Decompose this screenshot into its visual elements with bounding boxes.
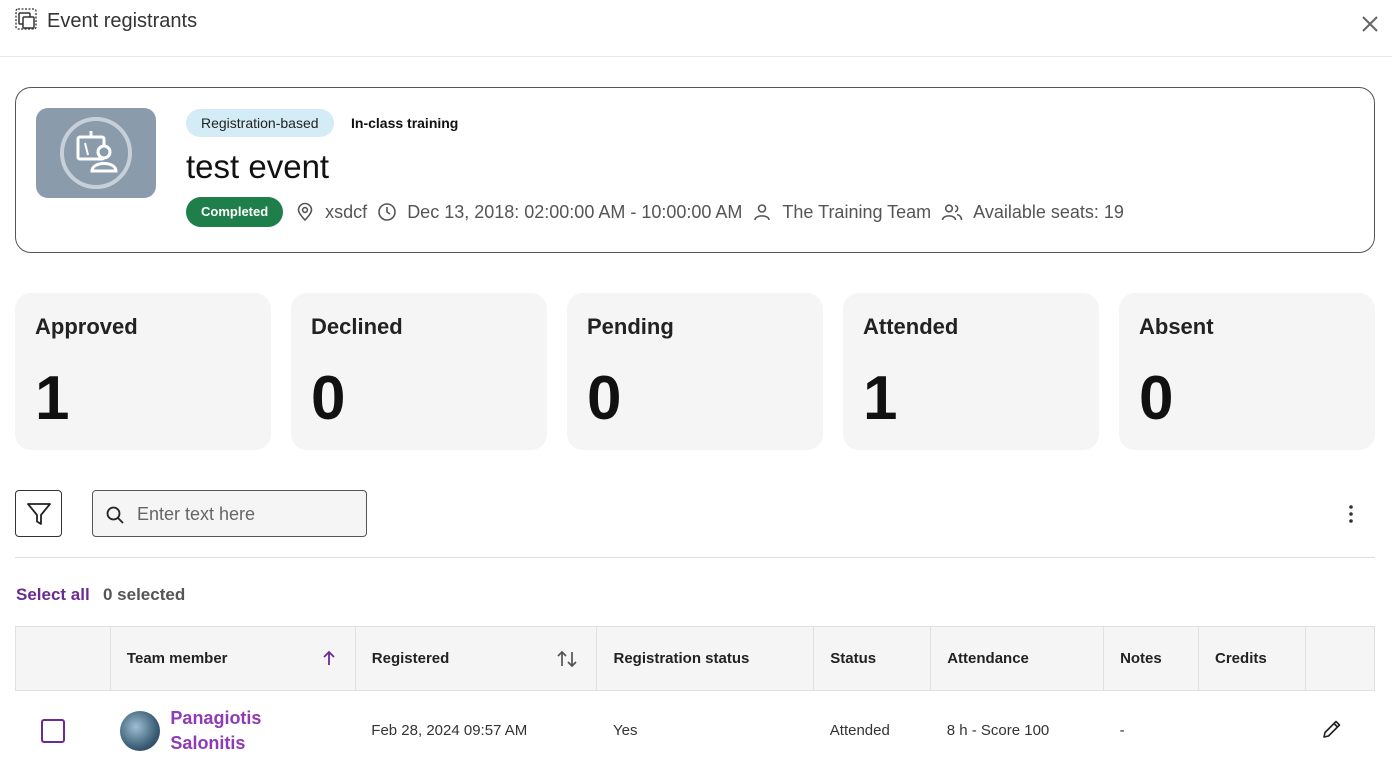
stat-label: Absent (1139, 314, 1214, 339)
registered-cell: Feb 28, 2024 09:57 AM (371, 722, 528, 740)
credits-cell (1199, 691, 1306, 771)
registration-status-cell: Yes (612, 722, 638, 740)
column-header-select (15, 626, 111, 691)
column-header-label: Registered (371, 650, 450, 667)
stat-card-absent: Absent 0 (1119, 293, 1375, 450)
event-datetime-text: Dec 13, 2018: 02:00:00 AM - 10:00:00 AM (407, 201, 743, 222)
row-select-cell (16, 691, 111, 771)
event-datetime: Dec 13, 2018: 02:00:00 AM - 10:00:00 AM (377, 202, 742, 223)
in-class-training-icon (60, 117, 132, 189)
sort-icon[interactable] (556, 649, 578, 669)
search-box (92, 490, 367, 537)
table-row: Panagiotis Salonitis Feb 28, 2024 09:57 … (16, 691, 1375, 771)
stat-card-declined: Declined 0 (291, 293, 547, 450)
column-header-credits: Credits (1198, 626, 1306, 691)
notes-cell: - (1119, 722, 1125, 740)
table-header-row: Team member Registered Registration stat… (15, 626, 1376, 691)
event-location: xsdcf (295, 202, 367, 223)
sort-ascending-icon[interactable] (321, 649, 337, 667)
person-icon (754, 204, 771, 221)
selected-count: 0 selected (103, 585, 186, 604)
clock-icon (378, 203, 396, 221)
column-header-status: Status (813, 626, 932, 691)
stat-label: Pending (587, 314, 674, 339)
toolbar-divider (15, 557, 1375, 558)
actions-cell (1305, 691, 1374, 771)
event-seats-text: Available seats: 19 (973, 201, 1124, 222)
team-member: Panagiotis Salonitis (120, 706, 339, 756)
event-instructor: The Training Team (752, 202, 931, 223)
avatar (120, 710, 161, 751)
event-meta-row: Completed xsdcf Dec 13, 2018: 02:00:00 A… (186, 197, 1134, 227)
event-seats: Available seats: 19 (941, 202, 1124, 223)
people-icon (941, 204, 963, 221)
dialog-header: Event registrants (0, 0, 1392, 57)
event-kind-label: In-class training (351, 115, 459, 131)
event-status-badge: Completed (186, 197, 284, 227)
stat-label: Declined (311, 314, 403, 339)
registrant-stats: Approved 1 Declined 0 Pending 0 Attended… (15, 293, 1375, 450)
search-icon (106, 506, 124, 524)
stat-card-attended: Attended 1 (843, 293, 1099, 450)
column-header-actions (1304, 626, 1376, 691)
event-location-text: xsdcf (325, 201, 368, 222)
dialog-title: Event registrants (47, 10, 198, 32)
column-header-registered[interactable]: Registered (354, 626, 598, 691)
event-title: test event (186, 148, 330, 185)
edit-icon[interactable] (1321, 718, 1343, 740)
search-input[interactable] (137, 501, 357, 527)
column-header-attendance: Attendance (930, 626, 1105, 691)
stat-value: 1 (863, 364, 898, 433)
column-header-notes: Notes (1103, 626, 1200, 691)
stat-value: 0 (587, 364, 622, 433)
window-copy-icon (15, 8, 37, 30)
stat-value: 1 (35, 364, 70, 433)
stat-label: Attended (863, 314, 959, 339)
column-header-label: Team member (126, 650, 228, 667)
registrants-table: Team member Registered Registration stat… (15, 626, 1376, 771)
location-pin-icon (297, 202, 313, 222)
column-header-team-member[interactable]: Team member (109, 626, 356, 691)
team-member-cell: Panagiotis Salonitis (110, 691, 355, 771)
close-icon[interactable] (1358, 12, 1382, 36)
stat-card-approved: Approved 1 (15, 293, 271, 450)
registration-type-badge: Registration-based (186, 109, 334, 137)
filter-button[interactable] (15, 490, 62, 537)
attendance-cell: 8 h - Score 100 (946, 722, 1050, 740)
filter-icon (26, 502, 51, 525)
event-instructor-text: The Training Team (782, 201, 932, 222)
team-member-name[interactable]: Panagiotis Salonitis (170, 706, 280, 756)
event-thumbnail (36, 108, 156, 198)
more-options-icon[interactable] (1339, 502, 1363, 526)
status-cell: Attended (829, 722, 890, 740)
stat-card-pending: Pending 0 (567, 293, 823, 450)
column-header-registration-status: Registration status (596, 626, 815, 691)
select-all-link[interactable]: Select all (16, 585, 90, 605)
stat-value: 0 (311, 364, 346, 433)
row-checkbox[interactable] (40, 718, 65, 743)
stat-label: Approved (35, 314, 138, 339)
event-summary-card: Registration-based In-class training tes… (15, 87, 1375, 253)
stat-value: 0 (1139, 364, 1174, 433)
